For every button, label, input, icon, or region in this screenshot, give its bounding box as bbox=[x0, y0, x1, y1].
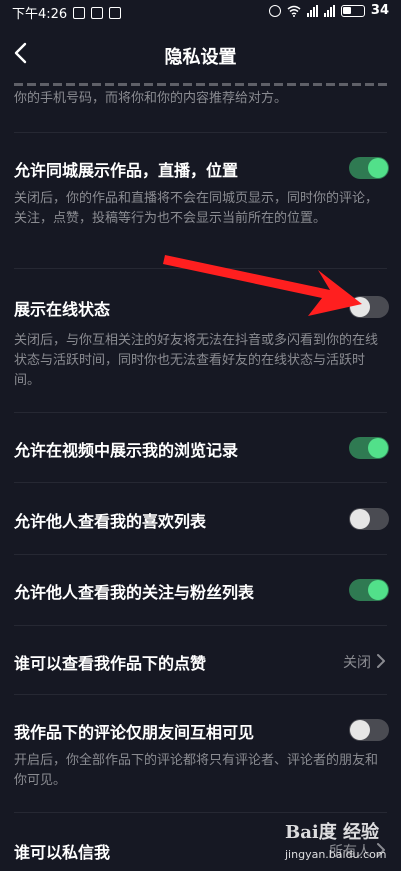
setting-desc-comments-friends: 开启后，你全部作品下的评论都将只有评论者、评论者的朋友和你可见。 bbox=[14, 753, 379, 788]
divider bbox=[14, 268, 387, 269]
navigation-header: 隐私设置 bbox=[0, 24, 401, 86]
setting-value-like-visibility: 关闭 bbox=[343, 655, 371, 671]
toggle-knob bbox=[350, 720, 370, 740]
toggle-nearby[interactable] bbox=[349, 157, 389, 179]
divider bbox=[14, 694, 387, 695]
setting-title-online-status: 展示在线状态 bbox=[14, 300, 111, 319]
toggle-online-status[interactable] bbox=[349, 296, 389, 318]
status-time: 下午4:26 bbox=[12, 7, 68, 22]
divider bbox=[14, 554, 387, 555]
divider bbox=[14, 482, 387, 483]
baidu-jingyan-watermark: Bai度 经验 jingyan.baidu.com bbox=[285, 818, 401, 868]
setting-desc-online-status: 关闭后，与你互相关注的好友将无法在抖音或多闪看到你的在线状态与活跃时间，同时你也… bbox=[14, 333, 379, 388]
toggle-knob bbox=[350, 297, 370, 317]
wifi-icon bbox=[287, 5, 301, 17]
battery-level: 34 bbox=[370, 3, 389, 18]
signal-icon bbox=[306, 4, 318, 17]
clipped-description-fragment bbox=[14, 83, 390, 86]
divider bbox=[14, 132, 387, 133]
photo-notification-icon bbox=[91, 6, 104, 19]
tiktok-notification-icon bbox=[109, 6, 122, 19]
toggle-follow-list[interactable] bbox=[349, 579, 389, 601]
page-title: 隐私设置 bbox=[164, 47, 237, 68]
toggle-knob bbox=[350, 509, 370, 529]
toggle-knob bbox=[368, 438, 388, 458]
divider bbox=[14, 412, 387, 413]
watermark-brand: Bai度 经验 bbox=[285, 822, 379, 843]
red-arrow-icon bbox=[163, 255, 362, 316]
setting-title-private-message: 谁可以私信我 bbox=[14, 843, 111, 862]
watermark-site: jingyan.baidu.com bbox=[285, 848, 387, 861]
battery-icon bbox=[340, 4, 365, 17]
setting-desc-nearby: 关闭后，你的作品和直播将不会在同城页显示，同时你的评论，关注，点赞，投稿等行为也… bbox=[14, 191, 379, 226]
scrolled-description: 你的手机号码，而将你和你的内容推荐给对方。 bbox=[14, 91, 288, 106]
status-bar: 下午4:26 34 bbox=[0, 0, 401, 24]
toggle-likes-list[interactable] bbox=[349, 508, 389, 530]
setting-title-comments-friends: 我作品下的评论仅朋友间互相可见 bbox=[14, 723, 255, 742]
toggle-browsing-history[interactable] bbox=[349, 437, 389, 459]
toggle-comments-friends[interactable] bbox=[349, 719, 389, 741]
setting-title-like-visibility: 谁可以查看我作品下的点赞 bbox=[14, 654, 207, 673]
setting-title-browsing-history: 允许在视频中展示我的浏览记录 bbox=[14, 441, 239, 460]
app-notification-icon bbox=[73, 6, 86, 19]
setting-title-nearby: 允许同城展示作品，直播，位置 bbox=[14, 161, 239, 180]
alarm-icon bbox=[268, 4, 281, 17]
toggle-knob bbox=[368, 158, 388, 178]
setting-row-like-visibility[interactable]: 谁可以查看我作品下的点赞 关闭 bbox=[0, 626, 401, 694]
setting-title-follow-list: 允许他人查看我的关注与粉丝列表 bbox=[14, 583, 255, 602]
setting-title-likes-list: 允许他人查看我的喜欢列表 bbox=[14, 512, 207, 531]
chevron-right-icon bbox=[377, 654, 385, 668]
toggle-knob bbox=[368, 580, 388, 600]
signal-2-icon bbox=[323, 4, 335, 17]
